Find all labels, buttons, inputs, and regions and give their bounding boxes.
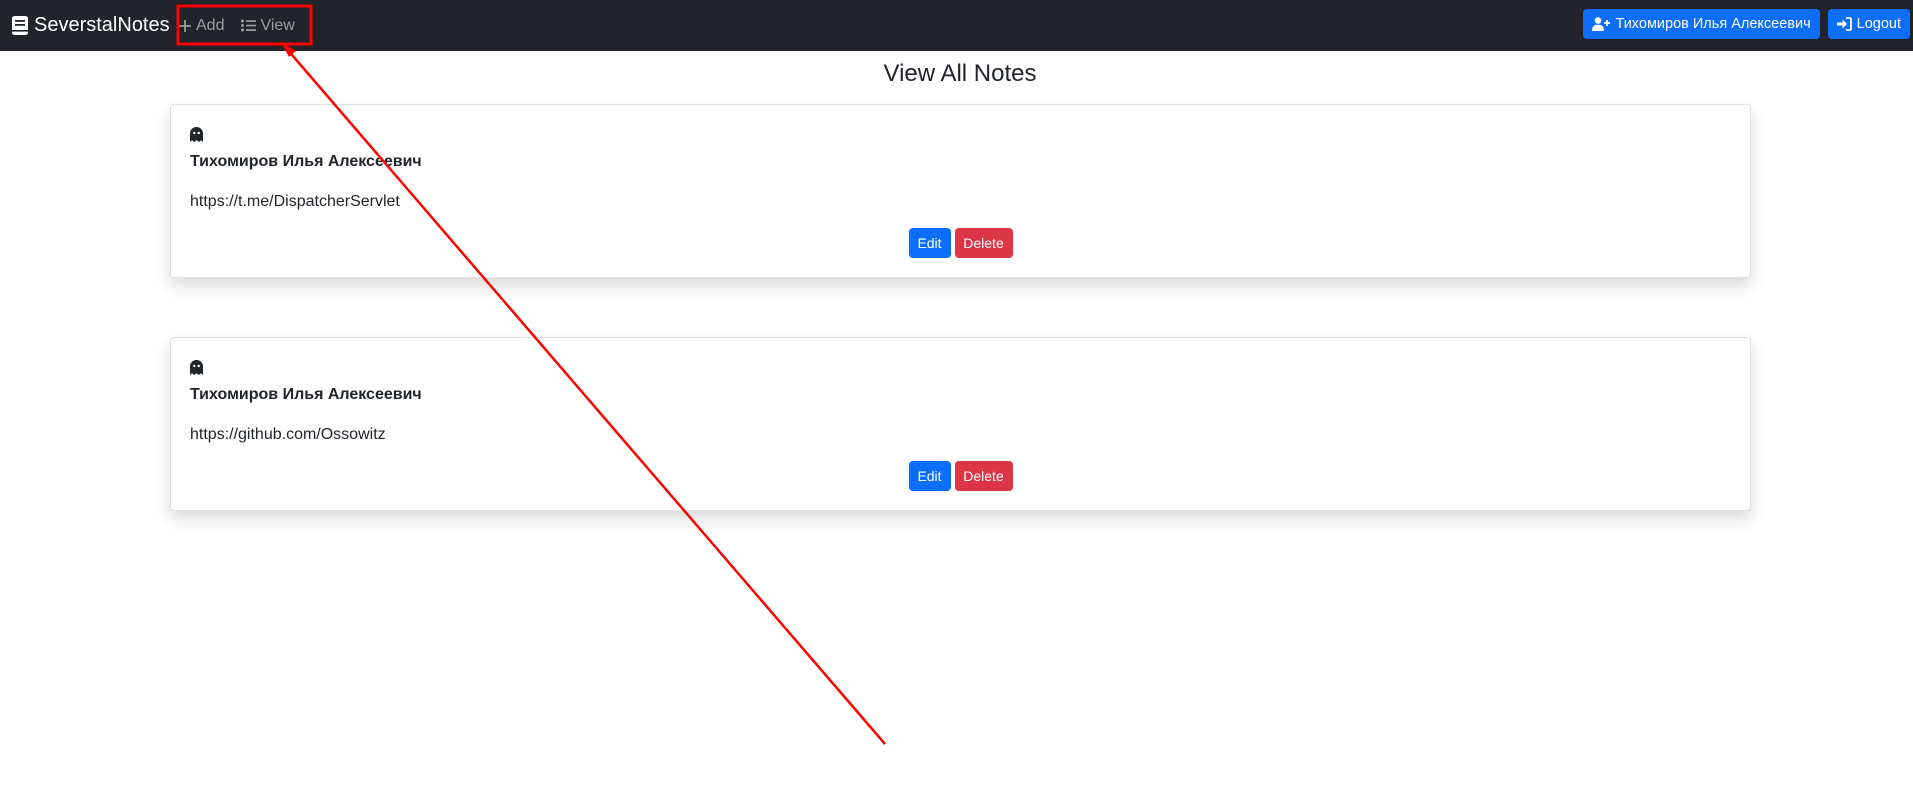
- ghost-icon: [190, 127, 203, 142]
- logout-button[interactable]: Logout: [1827, 9, 1910, 39]
- list-icon: [241, 19, 257, 32]
- delete-note-button[interactable]: Delete: [954, 228, 1013, 258]
- nav-links: Add View: [178, 0, 312, 51]
- brand-link[interactable]: SeverstalNotes: [12, 0, 170, 51]
- edit-note-button[interactable]: Edit: [908, 228, 951, 258]
- user-plus-icon: [1592, 17, 1611, 31]
- note-card: Тихомиров Илья Алексеевич https://t.me/D…: [170, 104, 1751, 278]
- note-author: Тихомиров Илья Алексеевич: [190, 153, 422, 170]
- nav-view-label: View: [260, 16, 295, 34]
- note-actions: Edit Delete: [171, 228, 1750, 258]
- navbar: SeverstalNotes Add View Тихомиров Илья А…: [0, 0, 1913, 51]
- delete-note-button[interactable]: Delete: [954, 461, 1013, 491]
- nav-add-link[interactable]: Add: [178, 17, 224, 35]
- edit-note-button[interactable]: Edit: [908, 461, 951, 491]
- logout-label: Logout: [1856, 16, 1901, 32]
- user-profile-label: Тихомиров Илья Алексеевич: [1615, 16, 1811, 32]
- ghost-icon: [190, 360, 203, 375]
- note-card: Тихомиров Илья Алексеевич https://github…: [170, 337, 1751, 511]
- brand-name: SeverstalNotes: [34, 14, 170, 36]
- sign-in-icon: [1836, 17, 1852, 31]
- notebook-icon: [12, 16, 28, 35]
- note-actions: Edit Delete: [171, 461, 1750, 491]
- note-text: https://github.com/Ossowitz: [190, 426, 386, 443]
- note-author: Тихомиров Илья Алексеевич: [190, 386, 422, 403]
- page-title: View All Notes: [883, 60, 1037, 87]
- plus-icon: [179, 19, 191, 32]
- nav-add-label: Add: [196, 16, 225, 34]
- user-profile-button[interactable]: Тихомиров Илья Алексеевич: [1583, 9, 1820, 39]
- nav-user-actions: Тихомиров Илья Алексеевич Logout: [1575, 9, 1910, 39]
- note-text: https://t.me/DispatcherServlet: [190, 193, 400, 210]
- nav-view-link[interactable]: View: [241, 16, 295, 35]
